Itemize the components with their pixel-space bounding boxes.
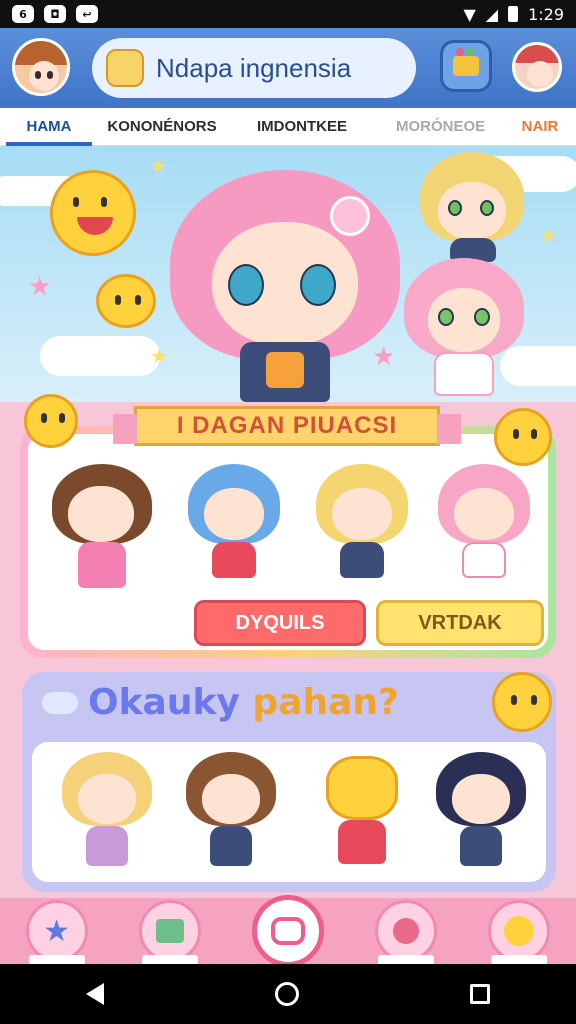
- notification-icon: 6: [12, 5, 34, 23]
- status-time: 1:29: [528, 4, 564, 24]
- app-title: Ndapa ingnensia: [156, 52, 352, 83]
- tab-hama[interactable]: HAMA: [6, 118, 92, 146]
- sticker-yellow-cat[interactable]: [322, 756, 402, 872]
- sticker-title-part2: pahan?: [239, 682, 399, 723]
- mascot-icon: [504, 916, 535, 946]
- app-title-bar[interactable]: Ndapa ingnensia: [92, 38, 416, 98]
- sun-mascot-icon: [492, 672, 552, 732]
- tab-nair[interactable]: NAIR: [518, 118, 562, 135]
- status-bar: 6 ◘ ↩ ▼ ◢ 1:29: [0, 0, 576, 28]
- home-circle-icon[interactable]: [274, 982, 299, 1006]
- cloud-decoration: [40, 336, 160, 376]
- blonde-chibi-character: [420, 152, 524, 262]
- sticker-panel-title: Okauky pahan?: [88, 682, 399, 723]
- sticker-brown-chibi[interactable]: [186, 752, 276, 872]
- sticker-title-part1: Okauky: [88, 682, 240, 723]
- recents-icon[interactable]: [470, 984, 491, 1004]
- profile-avatar[interactable]: [12, 38, 70, 96]
- nav-gallery-button[interactable]: [138, 900, 201, 965]
- sticker-navy-hair-chibi[interactable]: [436, 752, 526, 872]
- gallery-icon: [155, 919, 184, 943]
- tab-imdontkee[interactable]: IMDONTKEE: [256, 118, 348, 135]
- sun-mascot-icon: [494, 408, 552, 466]
- sun-mascot-icon: [24, 394, 78, 448]
- nav-star-button[interactable]: ★: [25, 900, 88, 965]
- flower-hairclip-icon: [330, 196, 370, 236]
- gift-box-button[interactable]: [440, 40, 492, 92]
- nav-plant-button[interactable]: [375, 900, 438, 965]
- pink-twintail-chibi-character: [404, 258, 524, 398]
- category-tabs: HAMA KONONÉNORS IMDONTKEE MORÓNEOE NAIR: [0, 108, 576, 146]
- sticker-blonde-chibi[interactable]: [62, 752, 152, 872]
- signal-icon: ◢: [485, 4, 499, 24]
- battery-icon: [508, 6, 519, 22]
- yellow-action-button[interactable]: VRTDAK: [376, 600, 544, 646]
- blue-hair-chibi[interactable]: [184, 464, 284, 584]
- collection-ribbon: I DAGAN PIUACSI: [113, 406, 461, 446]
- media-icon: ◘: [44, 5, 66, 23]
- tab-moroneoe[interactable]: MORÓNEOE: [396, 118, 485, 135]
- app-header: Ndapa ingnensia: [0, 28, 576, 108]
- nav-mascot-button[interactable]: [488, 900, 551, 965]
- wifi-icon: ▼: [463, 4, 476, 24]
- pink-hair-chibi[interactable]: [434, 464, 534, 584]
- nav-home-button[interactable]: [251, 895, 324, 967]
- sticker-panel: Okauky pahan?: [22, 672, 556, 892]
- friend-avatar[interactable]: [512, 42, 562, 92]
- brown-ponytail-chibi[interactable]: [46, 454, 156, 594]
- back-icon[interactable]: [85, 983, 104, 1005]
- hero-banner[interactable]: ★ ★ ★ ★ ★: [0, 146, 576, 402]
- red-action-button[interactable]: DYQUILS: [194, 600, 366, 646]
- star-icon: ★: [28, 272, 52, 302]
- plant-icon: [393, 918, 420, 944]
- star-icon: ★: [540, 226, 557, 247]
- collection-card: DYQUILS VRTDAK: [28, 434, 548, 650]
- home-icon: [270, 917, 305, 945]
- sticker-grid: [32, 742, 546, 882]
- mascot-icon: [106, 49, 144, 87]
- tab-kononenors[interactable]: KONONÉNORS: [106, 118, 218, 135]
- smiley-face-icon: [50, 170, 136, 256]
- sun-face-icon: [96, 274, 156, 328]
- system-navigation-bar: [0, 964, 576, 1024]
- main-chibi-character: [160, 156, 410, 402]
- cloud-icon: [42, 692, 78, 714]
- blonde-chibi[interactable]: [312, 464, 412, 584]
- gift-box-icon: [453, 48, 479, 76]
- star-icon: ★: [43, 913, 71, 949]
- bottom-navigation: ★: [0, 895, 576, 967]
- app-notification-icon: ↩: [76, 5, 98, 23]
- collection-title: I DAGAN PIUACSI: [176, 412, 398, 439]
- collection-panel: DYQUILS VRTDAK: [20, 426, 556, 658]
